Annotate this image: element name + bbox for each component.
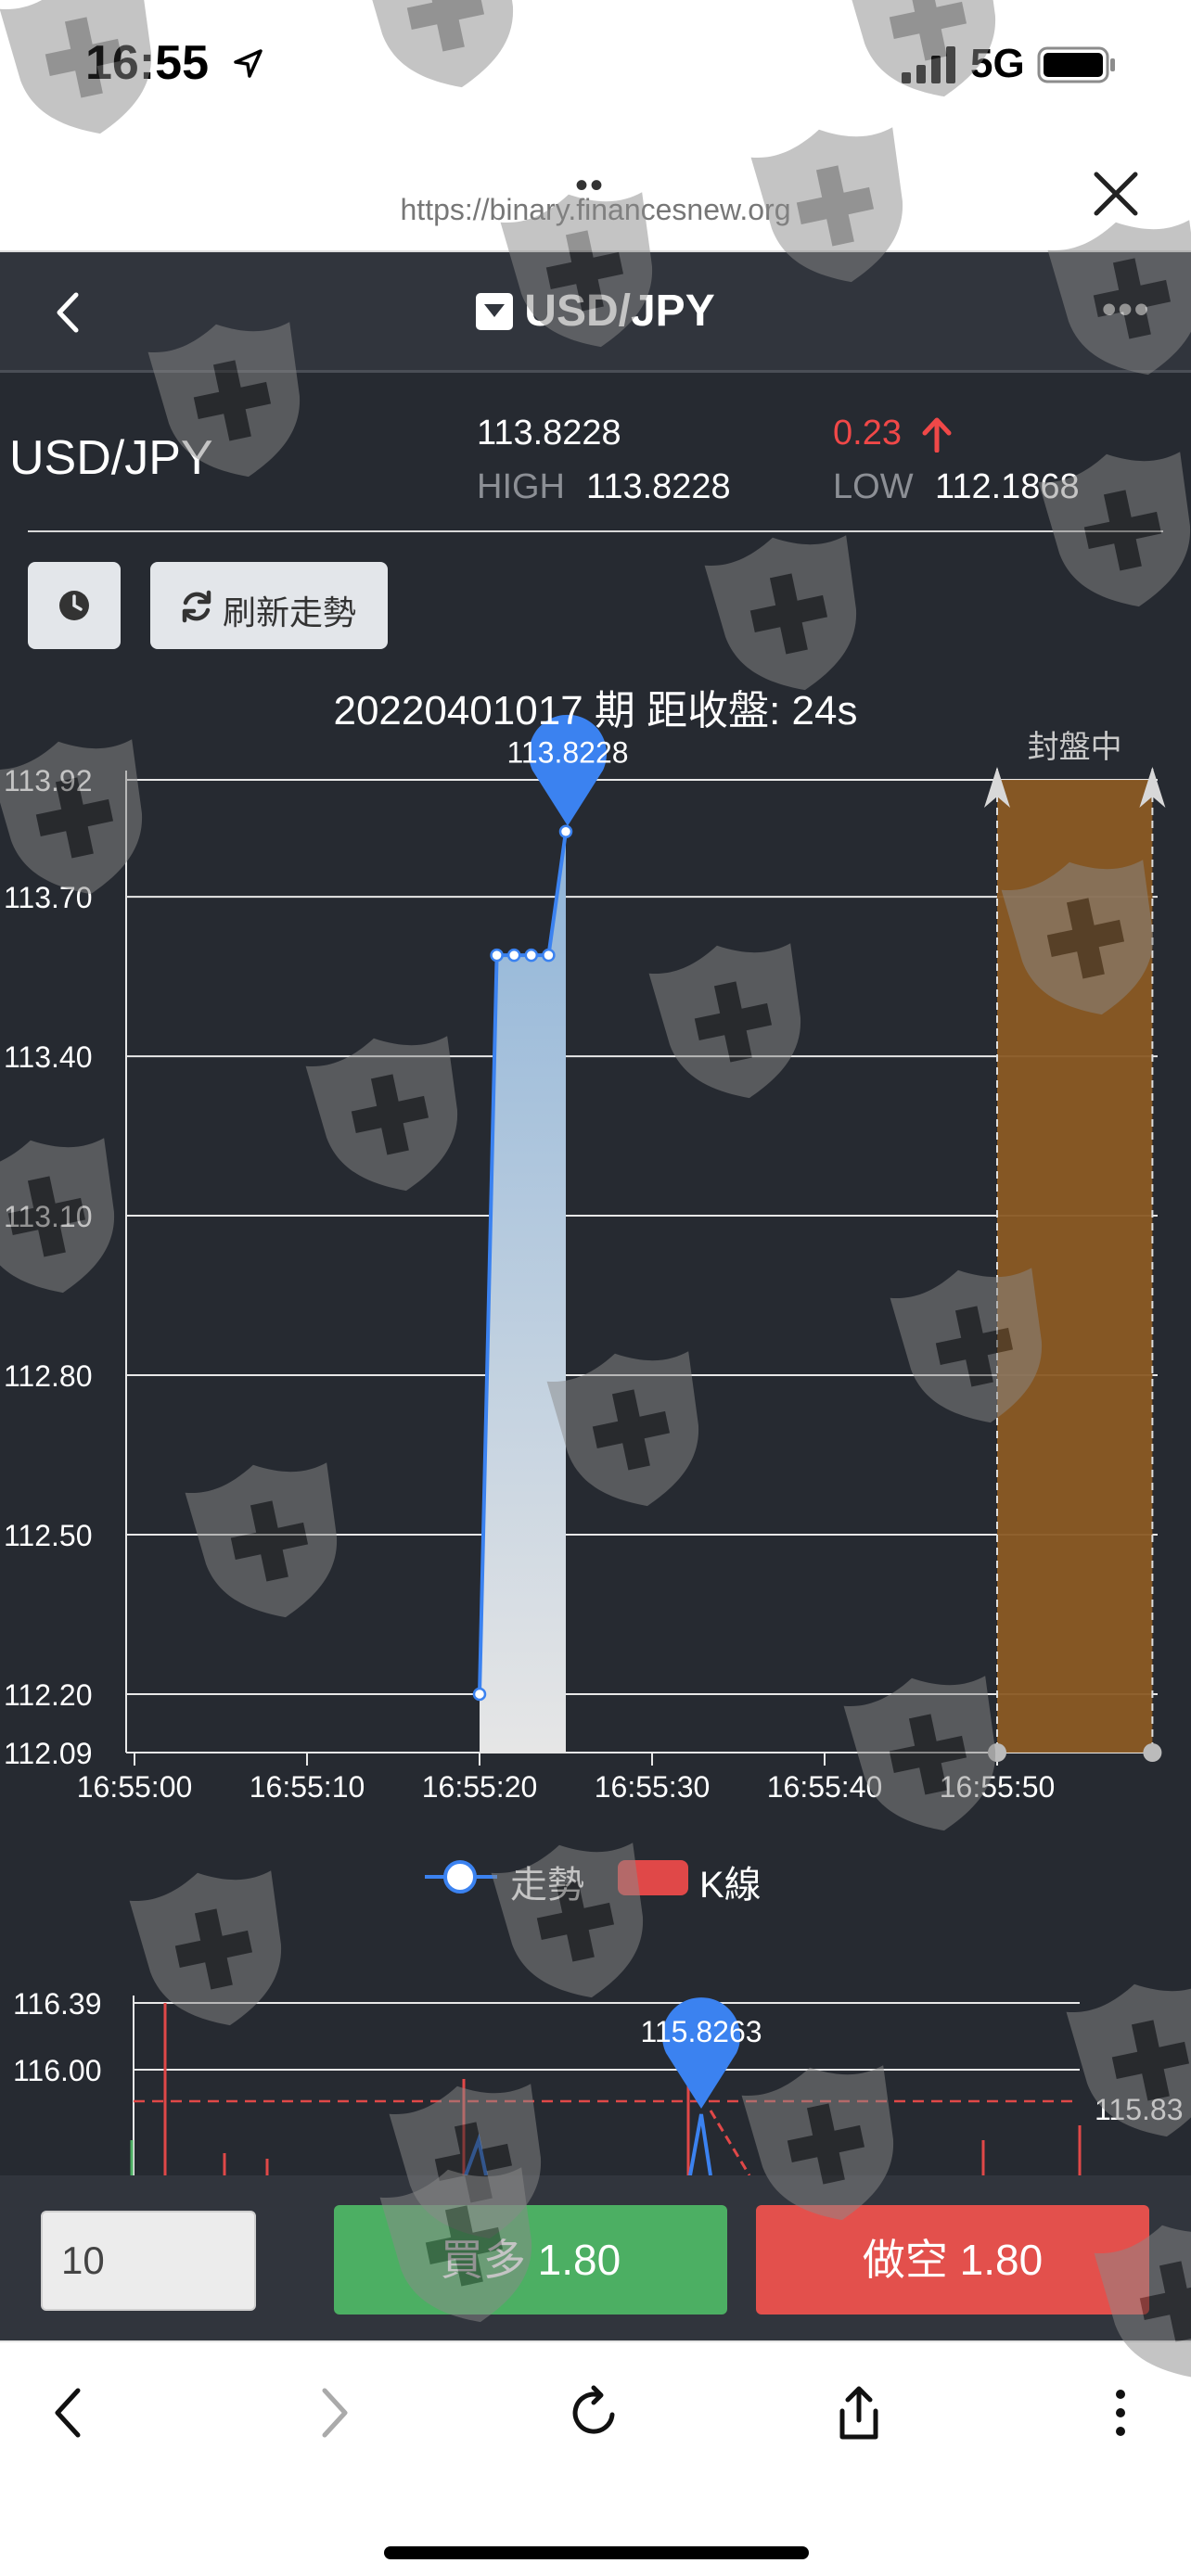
y-tick-label: 112.20: [4, 1678, 93, 1712]
back-icon[interactable]: [41, 2383, 100, 2442]
quote-last: 113.8228: [477, 414, 621, 453]
quote-divider: [28, 530, 1163, 532]
forward-icon[interactable]: [302, 2383, 362, 2442]
mini-y-tick-label: 116.00: [13, 2054, 102, 2087]
legend-trend-dot[interactable]: [443, 1860, 477, 1894]
closed-zone-dot: [988, 1743, 1006, 1762]
price-chart: 113.92 113.70 113.40 113.10 112.80 112.50 112.…: [4, 714, 1184, 2175]
y-tick-label: 112.50: [4, 1519, 93, 1552]
x-tick-label: 16:55:00: [77, 1770, 193, 1804]
refresh-icon: [182, 590, 211, 623]
trend-point: [490, 948, 504, 963]
mini-ref-label: 115.83: [1095, 2093, 1184, 2126]
x-tick-label: 16:55:40: [767, 1770, 883, 1804]
trend-point: [524, 948, 539, 963]
trend-point: [506, 948, 521, 963]
buy-long-button[interactable]: 買多 1.80: [334, 2205, 727, 2315]
mini-trend-line: [688, 2113, 712, 2175]
legend-kline-swatch[interactable]: [618, 1860, 688, 1895]
price-marker-label: 113.8228: [506, 736, 628, 770]
y-tick-label: 113.10: [4, 1200, 93, 1233]
trend-area: [480, 831, 566, 1753]
dropdown-caret-icon[interactable]: [476, 292, 514, 330]
mini-dashed-line: [709, 2110, 751, 2175]
home-indicator: [384, 2546, 809, 2559]
sell-short-button[interactable]: 做空 1.80: [756, 2205, 1149, 2315]
trend-point: [542, 948, 556, 963]
nav-title[interactable]: USD/JPY: [524, 286, 714, 337]
legend-trend-label[interactable]: 走勢: [510, 1855, 584, 1908]
share-icon[interactable]: [829, 2383, 889, 2442]
x-tick-label: 16:55:30: [595, 1770, 711, 1804]
mini-price-marker-label: 115.8263: [640, 2015, 762, 2048]
app-navbar: USD/JPY •••: [0, 252, 1191, 373]
refresh-trend-button[interactable]: 刷新走勢: [150, 562, 388, 649]
trade-bar: 買多 1.80 做空 1.80: [0, 2175, 1191, 2340]
status-time: 16:55: [85, 36, 209, 90]
quote-change: 0.23: [833, 414, 902, 453]
location-arrow-icon: [234, 49, 263, 78]
reload-icon[interactable]: [566, 2383, 625, 2442]
y-tick-label: 112.80: [4, 1359, 93, 1393]
trend-point: [558, 824, 573, 838]
refresh-trend-label: 刷新走勢: [223, 593, 357, 631]
browser-address-bar: •• https://binary.financesnew.org: [0, 130, 1191, 252]
status-bar: 16:55 5G: [0, 0, 1191, 130]
browser-toolbar: [0, 2340, 1191, 2576]
x-tick-label: 16:55:50: [940, 1770, 1056, 1804]
more-icon[interactable]: •••: [1102, 289, 1150, 330]
amount-input[interactable]: [41, 2211, 256, 2311]
mini-y-tick-label: 116.39: [13, 1987, 102, 2021]
network-type: 5G: [970, 41, 1025, 86]
legend-kline-label[interactable]: K線: [699, 1855, 762, 1908]
quote-high-value: 113.8228: [586, 467, 731, 506]
y-tick-label: 113.92: [4, 764, 93, 797]
quote-high-label: HIGH: [477, 467, 565, 506]
trend-point: [472, 1687, 487, 1702]
y-tick-label: 113.70: [4, 881, 93, 914]
y-tick-label: 113.40: [4, 1040, 93, 1074]
period-countdown: 20220401017 期 距收盤: 24s: [333, 688, 858, 733]
signal-bars-icon: [902, 46, 955, 83]
close-icon[interactable]: [1089, 167, 1143, 221]
x-tick-label: 16:55:20: [422, 1770, 538, 1804]
quote-low-label: LOW: [833, 467, 914, 506]
x-tick-label: 16:55:10: [250, 1770, 365, 1804]
arrow-up-icon: [922, 417, 952, 453]
more-vertical-icon[interactable]: [1091, 2383, 1150, 2442]
mini-trend-line: [464, 2133, 488, 2175]
battery-icon: [1037, 46, 1115, 83]
closed-zone: [997, 780, 1153, 1753]
quote-symbol: USD/JPY: [9, 431, 213, 485]
clock-icon: [59, 591, 89, 620]
app-main: 113.92 113.70 113.40 113.10 112.80 112.50 112.…: [0, 252, 1191, 2340]
nav-title-wrap[interactable]: USD/JPY: [0, 286, 1191, 337]
url-text[interactable]: https://binary.financesnew.org: [0, 193, 1191, 227]
history-clock-button[interactable]: [28, 562, 121, 649]
closed-zone-dot: [1143, 1743, 1162, 1762]
quote-low-value: 112.1868: [935, 467, 1080, 506]
y-tick-label: 112.09: [4, 1737, 93, 1770]
